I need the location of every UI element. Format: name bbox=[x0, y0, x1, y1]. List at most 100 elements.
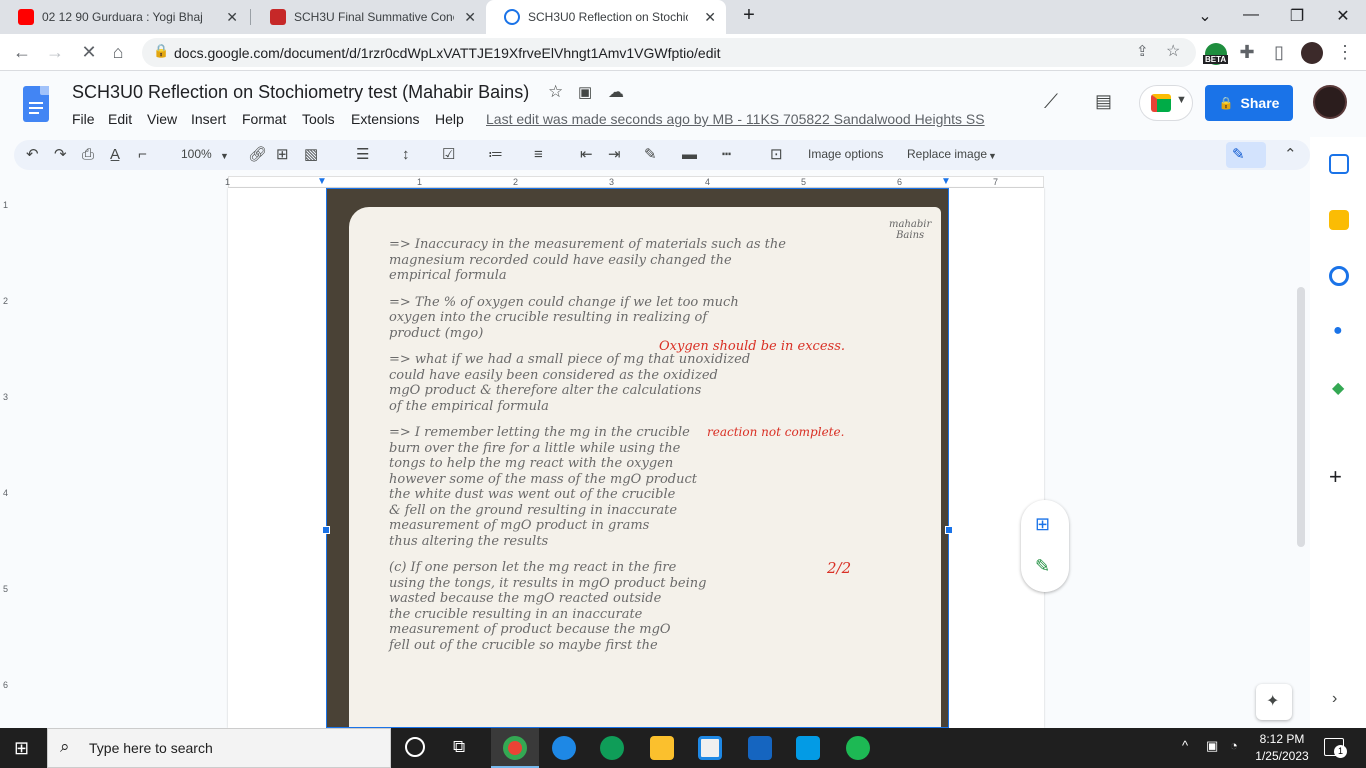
menu-view[interactable]: View bbox=[147, 111, 177, 127]
restore-icon[interactable]: ❐ bbox=[1282, 6, 1312, 26]
calendar-icon[interactable] bbox=[1329, 154, 1349, 174]
tasks-icon[interactable] bbox=[1329, 266, 1349, 286]
docs-logo-icon[interactable] bbox=[23, 86, 49, 122]
back-icon[interactable]: ← bbox=[11, 42, 33, 62]
tab-summative[interactable]: SCH3U Final Summative Concept ✕ bbox=[252, 0, 486, 34]
system-clock[interactable]: 8:12 PM 1/25/2023 bbox=[1252, 731, 1312, 765]
border-dash-icon[interactable]: ┅ bbox=[722, 145, 731, 165]
home-icon[interactable]: ⌂ bbox=[107, 42, 129, 62]
add-comment-icon[interactable]: ⊞ bbox=[276, 145, 289, 165]
image-options-button[interactable]: Image options bbox=[808, 147, 883, 161]
keep-icon[interactable] bbox=[1329, 210, 1349, 230]
address-bar[interactable]: 🔒 docs.google.com/document/d/1rzr0cdWpLx… bbox=[142, 38, 1196, 67]
resize-handle-right[interactable] bbox=[945, 526, 953, 534]
stop-loading-icon[interactable]: ✕ bbox=[78, 42, 100, 62]
menu-insert[interactable]: Insert bbox=[191, 111, 226, 127]
menu-extensions[interactable]: Extensions bbox=[351, 111, 419, 127]
move-folder-icon[interactable]: ▣ bbox=[578, 83, 592, 101]
left-indent-marker-icon[interactable]: ▼ bbox=[317, 176, 327, 187]
right-indent-marker-icon[interactable]: ▼ bbox=[941, 176, 951, 187]
cortana-icon[interactable] bbox=[405, 737, 425, 757]
line-spacing-icon[interactable]: ↕ bbox=[402, 145, 410, 165]
increase-indent-icon[interactable]: ⇥ bbox=[608, 145, 621, 165]
redo-icon[interactable]: ↷ bbox=[54, 145, 67, 165]
menu-tools[interactable]: Tools bbox=[302, 111, 335, 127]
zoom-select[interactable]: 100% bbox=[181, 147, 212, 161]
get-addons-plus-icon[interactable]: + bbox=[1329, 464, 1342, 490]
hide-menus-chevron-up-icon[interactable]: ⌃ bbox=[1284, 145, 1297, 165]
url-text[interactable]: docs.google.com/document/d/1rzr0cdWpLxVA… bbox=[174, 45, 721, 61]
account-avatar[interactable] bbox=[1313, 85, 1347, 119]
menu-help[interactable]: Help bbox=[435, 111, 464, 127]
file-explorer-icon[interactable] bbox=[650, 736, 674, 760]
task-view-icon[interactable]: ⧉ bbox=[453, 737, 465, 757]
edge-icon[interactable] bbox=[600, 736, 624, 760]
notification-center-icon[interactable]: 1 bbox=[1324, 738, 1347, 758]
close-window-icon[interactable]: ✕ bbox=[1328, 6, 1358, 26]
undo-icon[interactable]: ↶ bbox=[26, 145, 39, 165]
extensions-puzzle-icon[interactable]: ✚ bbox=[1236, 42, 1258, 62]
forward-icon[interactable]: → bbox=[44, 42, 66, 62]
menu-format[interactable]: Format bbox=[242, 111, 286, 127]
browser-menu-icon[interactable]: ⋮ bbox=[1334, 42, 1356, 62]
add-comment-icon[interactable]: ⊞ bbox=[1035, 514, 1050, 535]
star-icon[interactable]: ☆ bbox=[548, 82, 563, 102]
network-icon[interactable]: ▣ bbox=[1206, 738, 1218, 754]
taskbar-chrome-active[interactable] bbox=[491, 728, 539, 768]
scrollbar-thumb[interactable] bbox=[1297, 287, 1305, 547]
document-title[interactable]: SCH3U0 Reflection on Stochiometry test (… bbox=[72, 82, 529, 103]
menu-edit[interactable]: Edit bbox=[108, 111, 132, 127]
last-edit-link[interactable]: Last edit was made seconds ago by MB - 1… bbox=[486, 111, 985, 127]
replace-image-button[interactable]: Replace image bbox=[907, 147, 987, 161]
meet-button[interactable]: ▼ bbox=[1139, 85, 1193, 121]
spellcheck-icon[interactable]: A̲ bbox=[110, 145, 120, 165]
border-color-icon[interactable]: ✎ bbox=[644, 145, 657, 165]
resize-handle-left[interactable] bbox=[322, 526, 330, 534]
insert-image-icon[interactable]: ▧ bbox=[304, 145, 318, 165]
activity-trend-icon[interactable]: ⟋ bbox=[1044, 91, 1058, 114]
align-icon[interactable]: ☰ bbox=[356, 145, 369, 165]
selected-handwritten-photo[interactable]: mahabir Bains => Inaccuracy in the measu… bbox=[326, 188, 949, 728]
document-page[interactable]: mahabir Bains => Inaccuracy in the measu… bbox=[228, 188, 1044, 728]
contacts-icon[interactable]: ● bbox=[1329, 322, 1349, 342]
new-tab-button[interactable]: + bbox=[734, 4, 764, 27]
windows-start-icon[interactable]: ⊞ bbox=[14, 738, 29, 759]
decrease-indent-icon[interactable]: ⇤ bbox=[580, 145, 593, 165]
insert-link-icon[interactable]: 🔗︎ bbox=[248, 145, 267, 165]
paint-format-icon[interactable]: ⌐ bbox=[138, 145, 147, 165]
close-tab-icon[interactable]: ✕ bbox=[226, 9, 238, 26]
suggest-edits-icon[interactable]: ✎ bbox=[1035, 556, 1050, 577]
comments-icon[interactable]: ▤ bbox=[1095, 91, 1112, 112]
print-icon[interactable]: ⎙ bbox=[82, 145, 94, 165]
show-hidden-icons-icon[interactable]: ^ bbox=[1182, 738, 1188, 753]
spotify-icon[interactable] bbox=[846, 736, 870, 760]
minimize-icon[interactable]: — bbox=[1236, 6, 1266, 24]
menu-file[interactable]: File bbox=[72, 111, 95, 127]
crop-image-icon[interactable]: ⊡ bbox=[770, 145, 783, 165]
explore-button[interactable]: ✦ bbox=[1256, 684, 1292, 720]
maps-icon[interactable]: ◆ bbox=[1329, 378, 1349, 398]
bookmark-star-icon[interactable]: ☆ bbox=[1166, 41, 1180, 61]
editing-mode-button[interactable]: ✎ bbox=[1226, 142, 1266, 168]
numbered-list-icon[interactable]: ≡ bbox=[534, 145, 543, 165]
share-page-icon[interactable]: ⇪ bbox=[1136, 42, 1149, 60]
expand-panel-chevron-icon[interactable]: › bbox=[1332, 690, 1337, 708]
close-tab-icon[interactable]: ✕ bbox=[704, 9, 716, 26]
taskbar-search[interactable]: ⌕ Type here to search bbox=[47, 728, 391, 768]
chevron-down-icon[interactable]: ▼ bbox=[988, 146, 997, 166]
chevron-down-icon[interactable]: ▼ bbox=[220, 146, 229, 166]
side-panel-icon[interactable]: ▯ bbox=[1268, 42, 1290, 62]
tab-reflection[interactable]: SCH3U0 Reflection on Stochiome ✕ bbox=[486, 0, 726, 34]
tab-search-chevron-icon[interactable]: ⌄ bbox=[1190, 6, 1220, 26]
internet-explorer-icon[interactable] bbox=[552, 736, 576, 760]
profile-avatar[interactable] bbox=[1301, 42, 1323, 64]
wifi-icon[interactable]: ◔ bbox=[1230, 738, 1238, 753]
tab-youtube[interactable]: 02 12 90 Gurduara : Yogi Bhajan ✕ bbox=[0, 0, 248, 34]
bulleted-list-icon[interactable]: ≔ bbox=[488, 145, 503, 165]
checklist-icon[interactable]: ☑ bbox=[442, 145, 455, 165]
mail-icon[interactable] bbox=[748, 736, 772, 760]
close-tab-icon[interactable]: ✕ bbox=[464, 9, 476, 26]
cloud-status-icon[interactable]: ☁ bbox=[608, 82, 624, 102]
border-weight-icon[interactable]: ▬ bbox=[682, 145, 697, 165]
share-button[interactable]: 🔒 Share bbox=[1205, 85, 1293, 121]
